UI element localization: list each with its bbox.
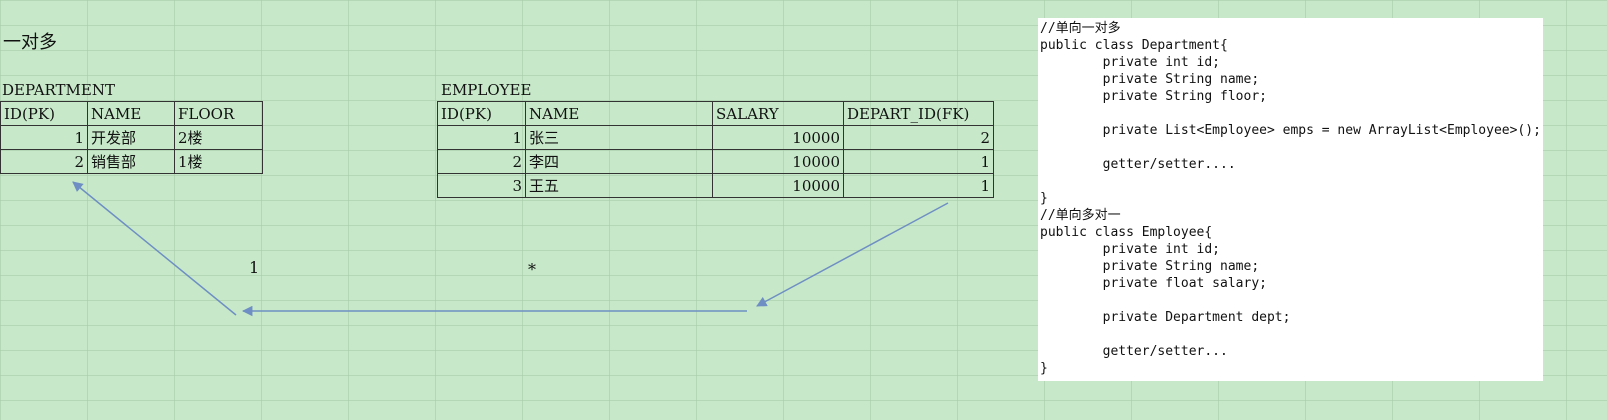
code-line: getter/setter...: [1040, 344, 1228, 359]
code-line: private float salary;: [1040, 276, 1267, 291]
arrow-fk-to-bottom: [756, 202, 949, 307]
code-line: private String floor;: [1040, 89, 1267, 104]
code-line: private Department dept;: [1040, 310, 1291, 325]
code-line: public class Department{: [1040, 38, 1228, 53]
code-line: }: [1040, 191, 1048, 206]
code-line: private int id;: [1040, 55, 1221, 70]
code-line: private int id;: [1040, 242, 1221, 257]
code-block: //单向一对多 public class Department{ private …: [1040, 20, 1541, 377]
code-line: //单向一对多: [1040, 21, 1121, 36]
code-line: public class Employee{: [1040, 225, 1213, 240]
arrow-to-department-id: [72, 181, 237, 316]
code-line: //单向多对一: [1040, 208, 1121, 223]
code-line: private List<Employee> emps = new ArrayL…: [1040, 123, 1541, 138]
code-line: private String name;: [1040, 259, 1260, 274]
code-panel: //单向一对多 public class Department{ private …: [1038, 18, 1543, 381]
code-line: }: [1040, 361, 1048, 376]
code-line: getter/setter....: [1040, 157, 1236, 172]
code-line: private String name;: [1040, 72, 1260, 87]
